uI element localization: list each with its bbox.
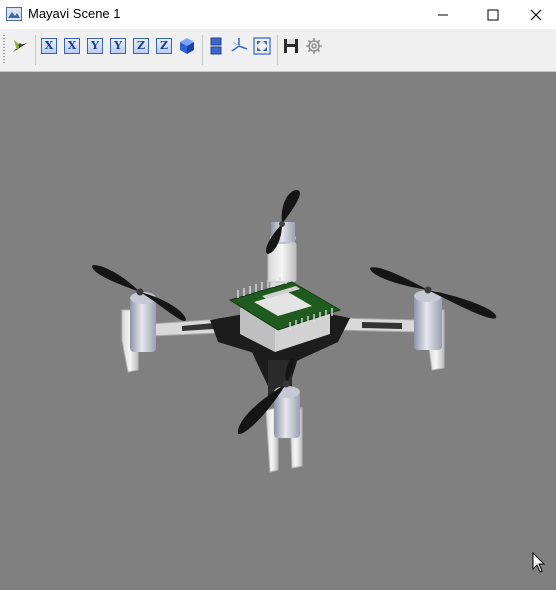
save-button[interactable] [280, 35, 302, 57]
quadcopter-model [92, 190, 497, 473]
motor-right [414, 290, 445, 371]
mayavi-window: Mayavi Scene 1 X X Y Y Z Z [0, 0, 556, 585]
configure-button[interactable] [303, 35, 325, 57]
parallel-projection-button[interactable] [205, 35, 227, 57]
view-y-negative-button[interactable]: Y [107, 35, 129, 57]
view-x-negative-button[interactable]: X [61, 35, 83, 57]
mouse-cursor-icon [532, 552, 546, 573]
close-button[interactable] [516, 0, 556, 29]
z-axis-icon: Z [156, 38, 172, 54]
title-bar: Mayavi Scene 1 [0, 0, 556, 29]
toolbar-separator [202, 35, 203, 65]
maximize-icon [487, 9, 499, 20]
mayavi-pipeline-icon [13, 40, 27, 52]
y-axis-icon: Y [87, 38, 103, 54]
scene-toolbar: X X Y Y Z Z [0, 29, 556, 72]
isometric-view-button[interactable] [176, 35, 198, 57]
minimize-icon [438, 14, 448, 15]
axes-toggle-button[interactable] [228, 35, 250, 57]
isometric-view-icon [180, 38, 194, 54]
minimize-button[interactable] [420, 0, 466, 29]
x-axis-icon: X [41, 38, 57, 54]
motor-left [121, 292, 156, 373]
view-z-negative-button[interactable]: Z [153, 35, 175, 57]
maximize-button[interactable] [470, 0, 516, 29]
y-axis-icon: Y [110, 38, 126, 54]
full-screen-icon [253, 37, 271, 55]
motor-back [267, 222, 297, 283]
mayavi-scene-icon [6, 7, 22, 21]
window-title: Mayavi Scene 1 [28, 6, 121, 21]
close-icon [530, 9, 542, 20]
view-x-positive-button[interactable]: X [38, 35, 60, 57]
configure-icon [306, 38, 322, 54]
full-screen-button[interactable] [251, 35, 273, 57]
x-axis-icon: X [64, 38, 80, 54]
toolbar-separator [35, 35, 36, 65]
z-axis-icon: Z [133, 38, 149, 54]
axes-toggle-icon [231, 38, 248, 52]
mayavi-pipeline-button[interactable] [9, 35, 31, 57]
toolbar-grip[interactable] [3, 35, 5, 65]
view-z-positive-button[interactable]: Z [130, 35, 152, 57]
save-icon [284, 39, 298, 53]
toolbar-separator [277, 35, 278, 65]
parallel-projection-icon [210, 37, 222, 55]
view-y-positive-button[interactable]: Y [84, 35, 106, 57]
render-viewport[interactable] [0, 72, 556, 585]
